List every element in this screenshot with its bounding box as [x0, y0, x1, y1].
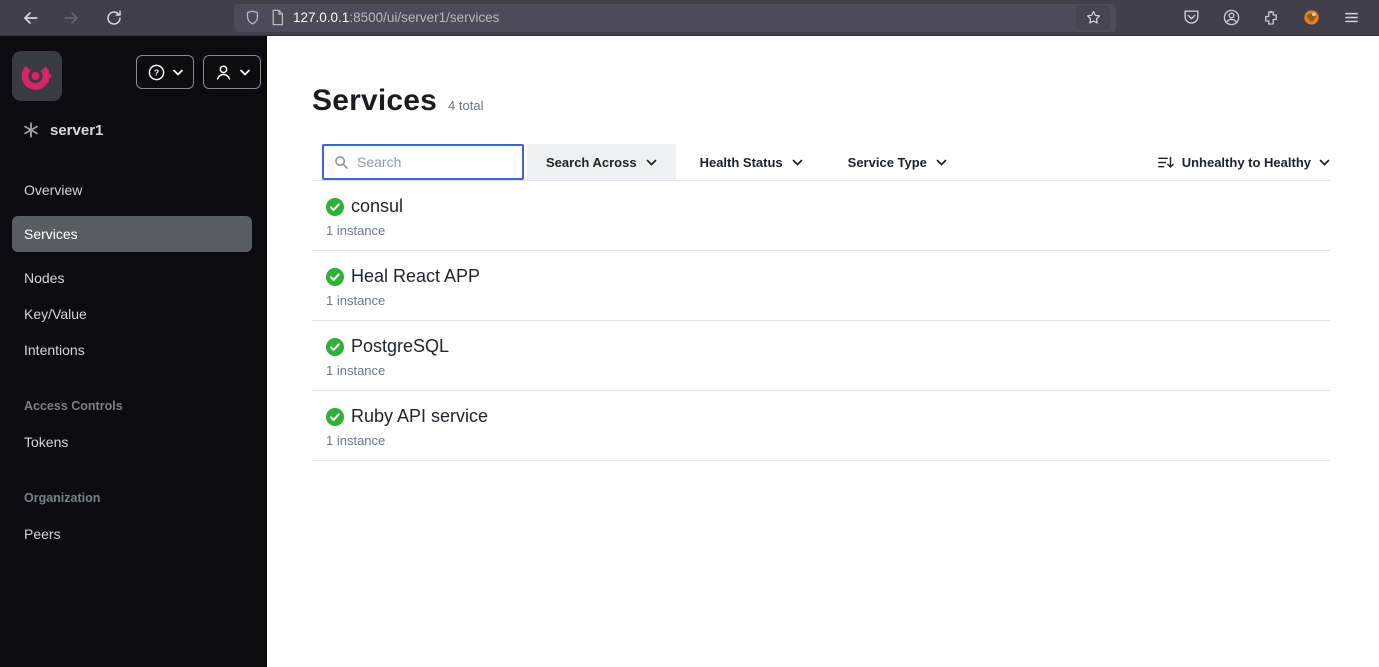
- sort-icon: [1157, 155, 1174, 170]
- sidebar-item-keyvalue[interactable]: Key/Value: [0, 296, 267, 332]
- service-instance-count: 1 instance: [326, 433, 386, 448]
- search-box[interactable]: [322, 144, 524, 180]
- service-instance-count: 1 instance: [326, 363, 386, 378]
- sidebar-section-organization: Organization: [24, 491, 101, 505]
- shield-icon[interactable]: [244, 9, 261, 26]
- service-name: PostgreSQL: [351, 336, 450, 356]
- search-input[interactable]: [357, 154, 512, 170]
- service-name: Ruby API service: [351, 406, 489, 426]
- sidebar-item-overview[interactable]: Overview: [0, 172, 267, 208]
- extension-addon-icon[interactable]: [1297, 4, 1325, 32]
- sidebar-section-access-controls: Access Controls: [24, 399, 123, 413]
- sidebar-item-tokens[interactable]: Tokens: [0, 424, 267, 460]
- svg-text:?: ?: [154, 67, 159, 77]
- service-row-postgresql[interactable]: PostgreSQL 1 instance: [312, 321, 1330, 391]
- browser-toolbar: 127.0.0.1:8500/ui/server1/services: [0, 0, 1379, 36]
- pocket-icon[interactable]: [1177, 4, 1205, 32]
- help-icon: ?: [147, 63, 166, 82]
- url-text: 127.0.0.1:8500/ui/server1/services: [293, 10, 500, 25]
- chevron-down-icon: [173, 69, 183, 76]
- search-across-dropdown[interactable]: Search Across: [527, 144, 676, 180]
- sort-dropdown[interactable]: Unhealthy to Healthy: [1157, 155, 1330, 170]
- datacenter-name: server1: [50, 121, 104, 139]
- bookmark-star-icon[interactable]: [1076, 5, 1110, 30]
- health-passing-icon: [326, 337, 344, 356]
- back-icon[interactable]: [16, 4, 44, 32]
- account-icon[interactable]: [1217, 4, 1245, 32]
- sidebar: ? server1 Overview Services Nodes Key/Va…: [0, 36, 267, 667]
- health-passing-icon: [326, 407, 344, 426]
- page-title: Services: [312, 84, 438, 117]
- chevron-down-icon: [792, 159, 803, 166]
- search-icon: [334, 155, 349, 170]
- search-across-label: Search Across: [546, 154, 637, 170]
- datacenter-icon: [22, 121, 40, 139]
- sidebar-item-intentions[interactable]: Intentions: [0, 332, 267, 368]
- services-total-count: 4 total: [448, 98, 484, 113]
- datacenter-selector[interactable]: server1: [22, 121, 103, 139]
- health-passing-icon: [326, 267, 344, 286]
- service-row-consul[interactable]: consul 1 instance: [312, 181, 1330, 251]
- service-row-heal-react-app[interactable]: Heal React APP 1 instance: [312, 251, 1330, 321]
- extensions-puzzle-icon[interactable]: [1257, 4, 1285, 32]
- chevron-down-icon: [936, 159, 947, 166]
- health-status-label: Health Status: [699, 154, 783, 170]
- sidebar-item-peers[interactable]: Peers: [0, 516, 267, 552]
- user-icon: [214, 63, 233, 82]
- service-type-label: Service Type: [847, 154, 927, 170]
- page-info-icon[interactable]: [270, 9, 285, 26]
- reload-icon[interactable]: [100, 4, 128, 32]
- chevron-down-icon: [646, 159, 657, 166]
- filter-bar: Search Across Health Status Service Type: [312, 144, 1330, 180]
- sidebar-item-nodes[interactable]: Nodes: [0, 260, 267, 296]
- chevron-down-icon: [1319, 159, 1330, 166]
- chevron-down-icon: [240, 69, 250, 76]
- url-bar[interactable]: 127.0.0.1:8500/ui/server1/services: [234, 3, 1116, 32]
- service-row-ruby-api-service[interactable]: Ruby API service 1 instance: [312, 391, 1330, 461]
- consul-logo[interactable]: [12, 51, 62, 101]
- health-passing-icon: [326, 197, 344, 216]
- service-name: consul: [351, 196, 404, 216]
- service-instance-count: 1 instance: [326, 223, 386, 238]
- sort-label: Unhealthy to Healthy: [1181, 154, 1311, 170]
- service-instance-count: 1 instance: [326, 293, 386, 308]
- menu-hamburger-icon[interactable]: [1337, 4, 1365, 32]
- user-menu-button[interactable]: [203, 55, 261, 89]
- service-type-dropdown[interactable]: Service Type: [848, 155, 947, 170]
- sidebar-item-services[interactable]: Services: [12, 216, 252, 252]
- health-status-dropdown[interactable]: Health Status: [700, 155, 803, 170]
- help-menu-button[interactable]: ?: [136, 55, 194, 89]
- main-content: Services 4 total Search Across Health St…: [267, 36, 1379, 667]
- service-name: Heal React APP: [351, 266, 481, 286]
- forward-icon[interactable]: [58, 4, 86, 32]
- sidebar-nav: Overview Services Nodes Key/Value Intent…: [0, 172, 267, 552]
